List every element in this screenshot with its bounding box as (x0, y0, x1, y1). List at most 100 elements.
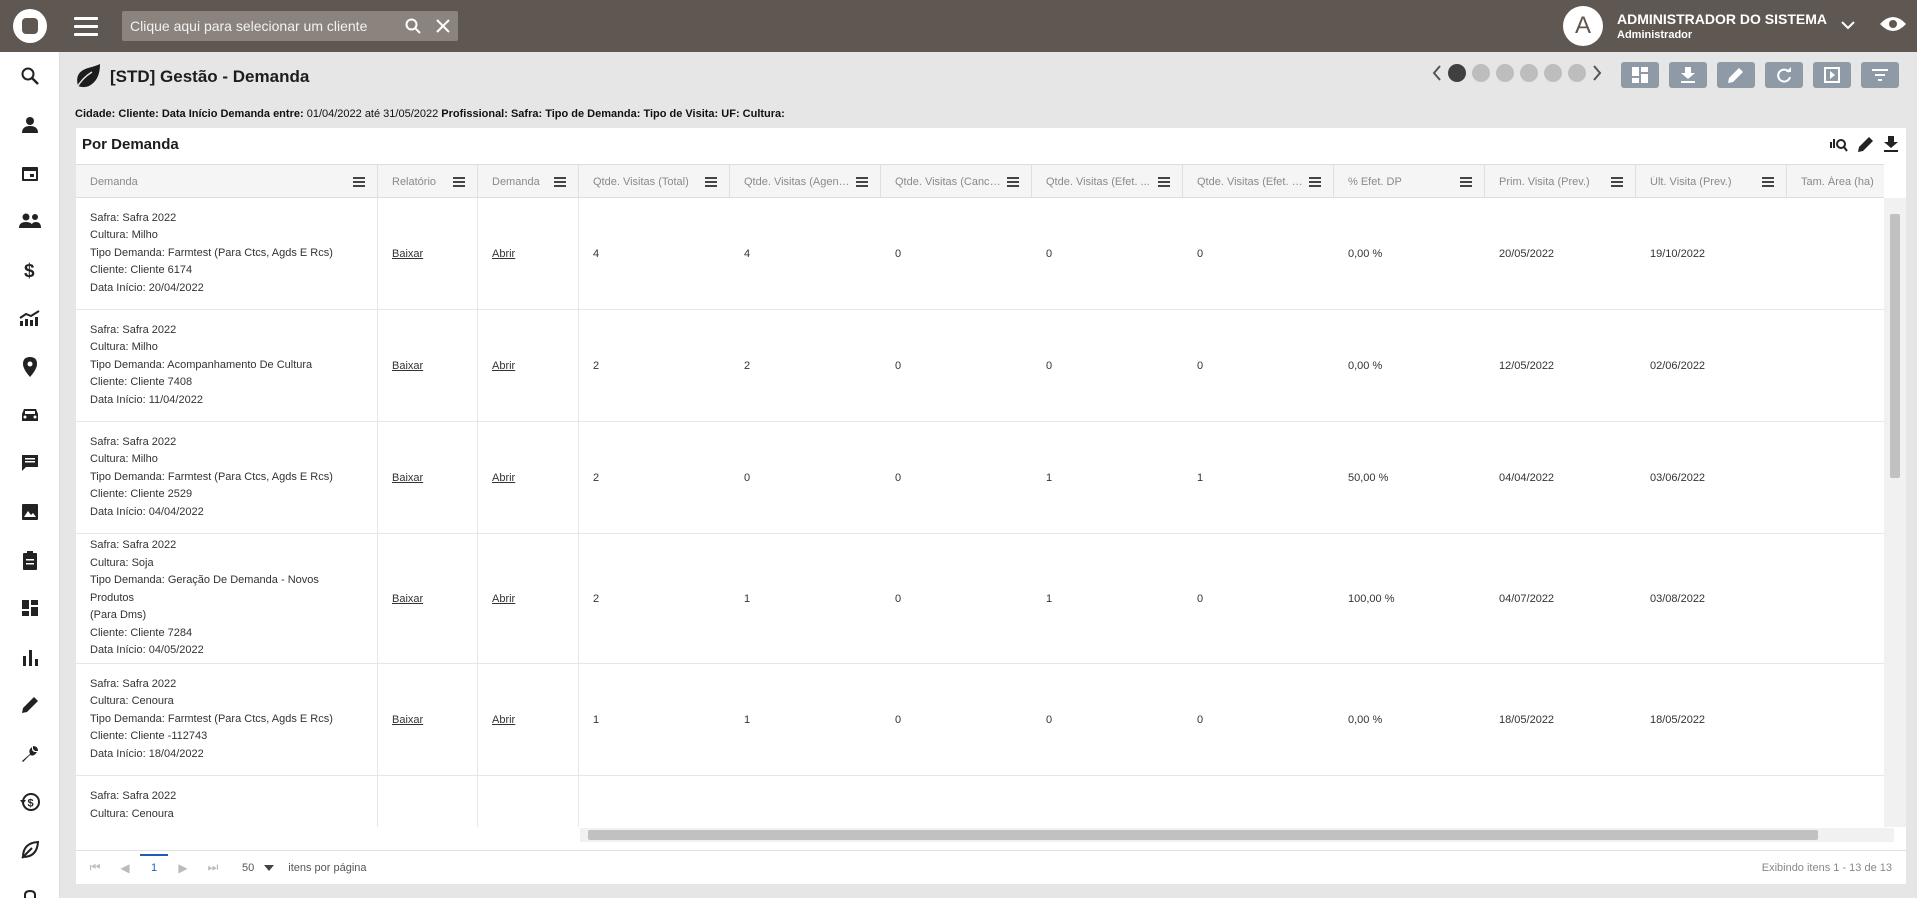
sidebar-item-gallery[interactable] (0, 488, 60, 536)
column-header[interactable]: Prim. Visita (Prev.) (1485, 165, 1636, 197)
filter-button[interactable] (1861, 62, 1899, 88)
column-menu-icon[interactable] (1460, 177, 1472, 187)
sidebar-item-chat[interactable] (0, 439, 60, 487)
column-menu-icon[interactable] (554, 177, 566, 187)
column-header[interactable]: Demanda (76, 165, 378, 197)
sidebar-item-security[interactable] (0, 875, 60, 898)
search-icon[interactable] (398, 11, 428, 41)
download-report-link[interactable]: Baixar (392, 360, 423, 372)
present-button[interactable] (1813, 62, 1851, 88)
column-header[interactable]: Tam. Área (ha) (1787, 165, 1884, 197)
sidebar-item-bar-chart[interactable] (0, 633, 60, 681)
close-icon[interactable] (428, 11, 458, 41)
agend-cell: 1 (744, 713, 751, 726)
chevron-left-icon[interactable] (1432, 65, 1442, 81)
total-cell: 2 (593, 592, 600, 605)
layout-button[interactable] (1621, 62, 1659, 88)
open-demand-link[interactable]: Abrir (492, 472, 515, 484)
page-dot-4[interactable] (1520, 64, 1538, 82)
download-icon[interactable] (1884, 136, 1898, 152)
sidebar-item-people[interactable] (0, 197, 60, 245)
sidebar-item-finance[interactable]: $ (0, 246, 60, 294)
last-page-button[interactable]: ⏭ (198, 860, 228, 875)
column-menu-icon[interactable] (453, 177, 465, 187)
demand-line: Safra: Safra 2022 (90, 211, 177, 224)
user-menu[interactable]: A ADMINISTRADOR DO SISTEMA Administrador (1563, 0, 1917, 52)
lock-icon (23, 889, 37, 898)
column-header[interactable]: Qtde. Visitas (Cancel... (881, 165, 1032, 197)
column-header[interactable]: Qtde. Visitas (Agend... (730, 165, 881, 197)
page-dot-3[interactable] (1496, 64, 1514, 82)
column-menu-icon[interactable] (705, 177, 717, 187)
menu-button[interactable] (60, 0, 112, 52)
efetf-cell (1183, 776, 1334, 827)
column-header[interactable]: Qtde. Visitas (Efet. F... (1183, 165, 1334, 197)
page-dot-1[interactable] (1448, 64, 1466, 82)
horizontal-scrollbar[interactable] (580, 828, 1894, 842)
client-search-input[interactable] (122, 18, 398, 34)
pct-cell: 50,00 % (1348, 471, 1389, 484)
sidebar-item-clipboard[interactable] (0, 536, 60, 584)
column-menu-icon[interactable] (353, 177, 365, 187)
sidebar-item-edit[interactable] (0, 681, 60, 729)
caret-down-icon (264, 864, 275, 871)
demand-line: Safra: Safra 2022 (90, 435, 177, 448)
refresh-button[interactable] (1765, 62, 1803, 88)
sidebar-item-agro[interactable] (0, 826, 60, 874)
sidebar-item-dashboard[interactable] (0, 584, 60, 632)
page-dot-2[interactable] (1472, 64, 1490, 82)
page-dot-5[interactable] (1544, 64, 1562, 82)
column-header[interactable]: Qtde. Visitas (Efet. ... (1032, 165, 1183, 197)
eye-icon[interactable] (1879, 15, 1909, 38)
app-logo[interactable] (0, 0, 60, 52)
column-header[interactable]: Qtde. Visitas (Total) (579, 165, 730, 197)
sidebar-item-calendar[interactable] (0, 149, 60, 197)
column-header[interactable]: Últ. Visita (Prev.) (1636, 165, 1787, 197)
download-report-link[interactable]: Baixar (392, 472, 423, 484)
download-report-link[interactable]: Baixar (392, 714, 423, 726)
open-demand-link[interactable]: Abrir (492, 248, 515, 260)
prev-page-button[interactable]: ◀ (110, 861, 140, 875)
open-demand-link[interactable]: Abrir (492, 593, 515, 605)
sidebar-item-person[interactable] (0, 100, 60, 148)
demand-line: Safra: Safra 2022 (90, 677, 177, 690)
vertical-scrollbar[interactable] (1884, 198, 1906, 827)
column-header[interactable]: Demanda (478, 165, 579, 197)
column-menu-icon[interactable] (1158, 177, 1170, 187)
column-menu-icon[interactable] (1611, 177, 1623, 187)
open-demand-link[interactable]: Abrir (492, 714, 515, 726)
sidebar-item-search[interactable] (0, 52, 60, 100)
edit-button[interactable] (1717, 62, 1755, 88)
open-demand-link[interactable]: Abrir (492, 360, 515, 372)
calendar-icon (22, 166, 38, 181)
sidebar-item-car[interactable] (0, 391, 60, 439)
page-size-select[interactable]: 50 (242, 862, 275, 874)
chevron-down-icon[interactable] (1841, 17, 1861, 35)
sidebar-item-history[interactable]: $ (0, 778, 60, 826)
sidebar-item-location[interactable] (0, 342, 60, 390)
chevron-right-icon[interactable] (1592, 65, 1602, 81)
car-icon (22, 408, 38, 421)
demand-cell: Safra: Safra 2022 Cultura: Cenoura (76, 776, 378, 827)
download-report-link[interactable]: Baixar (392, 593, 423, 605)
column-menu-icon[interactable] (1007, 177, 1019, 187)
column-menu-icon[interactable] (1309, 177, 1321, 187)
column-menu-icon[interactable] (856, 177, 868, 187)
refresh-icon (1777, 67, 1791, 83)
next-page-button[interactable]: ▶ (168, 861, 198, 875)
column-menu-icon[interactable] (1762, 177, 1774, 187)
sidebar-item-trend[interactable] (0, 294, 60, 342)
download-report-link[interactable]: Baixar (392, 248, 423, 260)
grid-header: Demanda Relatório Demanda Qtde. Visitas (To… (76, 164, 1884, 198)
current-page[interactable]: 1 (140, 853, 168, 874)
open-demand-cell: Abrir (478, 198, 579, 309)
sidebar-item-tools[interactable] (0, 729, 60, 777)
page-dot-6[interactable] (1568, 64, 1586, 82)
column-header[interactable]: Relatório (378, 165, 478, 197)
pencil-icon[interactable] (1858, 136, 1874, 152)
download-button[interactable] (1669, 62, 1707, 88)
total-cell: 4 (593, 247, 600, 260)
column-header[interactable]: % Efet. DP (1334, 165, 1485, 197)
data-inspect-icon[interactable] (1830, 136, 1848, 152)
first-page-button[interactable]: ⏮ (80, 860, 110, 875)
